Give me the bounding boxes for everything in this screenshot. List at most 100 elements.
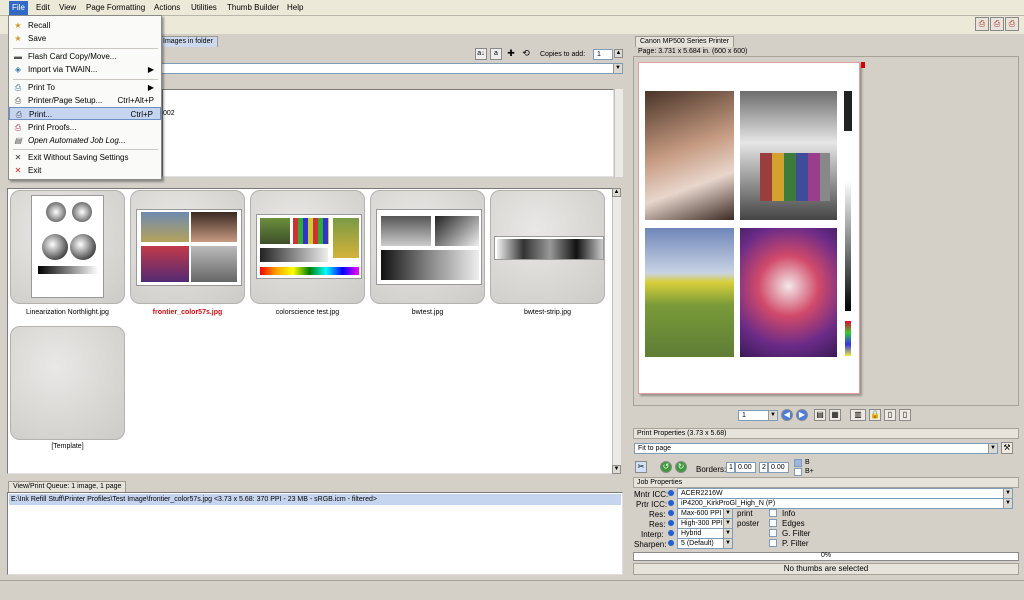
menu-view[interactable]: View	[59, 3, 76, 12]
thumbnail-card[interactable]	[370, 190, 485, 304]
thumbnail-caption: colorscience test.jpg	[275, 309, 340, 316]
thumbnail-card[interactable]	[490, 190, 605, 304]
mntr-icc-status-icon	[668, 490, 674, 496]
sort-icon[interactable]: a↓	[475, 48, 487, 60]
menu-item-label: Print To	[28, 83, 55, 92]
thumbnail-caption: Linearization Northlight.jpg	[26, 309, 109, 316]
thumbnail-card-template[interactable]	[10, 326, 125, 440]
edges-checkbox[interactable]	[769, 519, 777, 527]
chevron-down-icon[interactable]: ▼	[1003, 499, 1012, 508]
menu-item-job-log[interactable]: ▤ Open Automated Job Log...	[9, 134, 161, 147]
chevron-down-icon[interactable]: ▼	[1003, 489, 1012, 498]
next-page-icon[interactable]: ▶	[796, 409, 808, 421]
thumbnail-card[interactable]	[250, 190, 365, 304]
border-b-checkbox[interactable]	[794, 459, 802, 467]
menu-page-formatting[interactable]: Page Formatting	[86, 3, 145, 12]
tab-view-print-queue[interactable]: View/Print Queue: 1 image, 1 page	[8, 481, 127, 492]
thumbnail-card-selected[interactable]	[130, 190, 245, 304]
menu-item-exit-no-save[interactable]: ✕ Exit Without Saving Settings	[9, 151, 161, 164]
chevron-down-icon[interactable]: ▼	[723, 509, 732, 518]
border-1-input[interactable]: 0.00	[735, 462, 756, 473]
page-icon[interactable]: ▯	[884, 409, 896, 421]
grid-layout-icon[interactable]: ▥	[850, 409, 866, 421]
page-preview[interactable]	[638, 62, 860, 394]
menu-item-page-setup[interactable]: ⎙ Printer/Page Setup... Ctrl+Alt+P	[9, 94, 161, 107]
border-1-index[interactable]: 1	[726, 462, 735, 473]
rotate-left-icon[interactable]: ↺	[660, 461, 672, 473]
border-bplus-checkbox[interactable]	[794, 468, 802, 476]
chevron-down-icon[interactable]: ▼	[988, 444, 997, 453]
scroll-down-icon[interactable]: ▼	[612, 465, 621, 474]
menu-item-label: Import via TWAIN...	[28, 65, 98, 74]
scroll-up-icon[interactable]: ▲	[612, 188, 621, 197]
page-info: Page: 3.731 x 5.684 in. (600 x 600)	[638, 48, 748, 55]
crop-icon[interactable]: ✂	[635, 461, 647, 473]
thumbnail-caption: [Template]	[51, 443, 84, 450]
menu-utilities[interactable]: Utilities	[191, 3, 217, 12]
sharpen-select[interactable]: 5 (Default) ▼	[677, 538, 733, 549]
chevron-down-icon[interactable]: ▼	[723, 539, 732, 548]
res-poster-label: Res:	[649, 520, 666, 529]
menu-item-print[interactable]: ⎙ Print... Ctrl+P	[9, 107, 161, 120]
status-text: No thumbs are selected	[633, 563, 1019, 575]
printer-add-icon[interactable]: ⎙	[975, 17, 989, 31]
prev-page-icon[interactable]: ◀	[781, 409, 793, 421]
interp-value: Hybrid	[681, 530, 702, 537]
copies-input[interactable]: 1	[593, 49, 613, 60]
menu-item-import-twain[interactable]: ◈ Import via TWAIN... ▶	[9, 63, 161, 76]
thumbnail-scrollbar[interactable]: ▲ ▼	[612, 188, 621, 474]
res-print-label: Res:	[649, 510, 666, 519]
print-queue-list[interactable]: E:\Ink Refill Stuff\Printer Profiles\Tes…	[7, 492, 623, 575]
menu-item-flash-card[interactable]: ▬ Flash Card Copy/Move...	[9, 50, 161, 63]
menu-actions[interactable]: Actions	[154, 3, 180, 12]
res-poster-value: High-300 PPI	[681, 520, 723, 527]
menu-item-print-to[interactable]: ⎙ Print To ▶	[9, 81, 161, 94]
chevron-down-icon[interactable]: ▼	[768, 411, 777, 420]
border-2-input[interactable]: 0.00	[768, 462, 789, 473]
copies-spin-icon[interactable]: ▲	[614, 49, 623, 58]
queue-row[interactable]: E:\Ink Refill Stuff\Printer Profiles\Tes…	[9, 494, 621, 505]
preview-photo	[740, 91, 837, 220]
g-filter-checkbox[interactable]	[769, 529, 777, 537]
folder-tree[interactable]: 002	[162, 89, 614, 177]
page-number-select[interactable]: 1 ▼	[738, 410, 778, 421]
chevron-down-icon[interactable]: ▼	[723, 519, 732, 528]
menu-item-recall[interactable]: ★ Recall	[9, 19, 161, 32]
tools-icon[interactable]: ⚒	[1001, 442, 1013, 454]
rotate-right-icon[interactable]: ↻	[675, 461, 687, 473]
menu-help[interactable]: Help	[287, 3, 303, 12]
folder-tree-item[interactable]: 002	[163, 110, 175, 117]
printer-icon[interactable]: ⎙	[990, 17, 1004, 31]
refresh-icon[interactable]: ⟲	[520, 48, 532, 60]
menu-file[interactable]: File	[9, 1, 28, 15]
chevron-down-icon[interactable]: ▼	[723, 529, 732, 538]
folder-tree-scrollbar[interactable]	[614, 89, 623, 177]
window-status-bar	[0, 580, 1024, 600]
printer-remove-icon[interactable]: ⎙	[1005, 17, 1019, 31]
res-poster-status-icon	[668, 520, 674, 526]
menu-thumb-builder[interactable]: Thumb Builder	[227, 3, 279, 12]
tab-images-in-folder[interactable]: Images in folder	[158, 36, 218, 47]
single-page-icon[interactable]: ▤	[814, 409, 826, 421]
menu-item-save[interactable]: ★ Save	[9, 32, 161, 45]
chevron-down-icon[interactable]: ▼	[613, 64, 622, 73]
prtr-icc-label: Prtr ICC:	[636, 500, 668, 509]
thumbnail-card[interactable]	[10, 190, 125, 304]
fit-mode-select[interactable]: Fit to page ▼	[634, 443, 998, 454]
menu-edit[interactable]: Edit	[36, 3, 50, 12]
menu-item-exit[interactable]: ✕ Exit	[9, 164, 161, 177]
lock-icon[interactable]: 🔒	[869, 409, 881, 421]
mntr-icc-value: ACER2216W	[681, 490, 723, 497]
add-icon[interactable]: ✚	[505, 48, 517, 60]
p-filter-checkbox[interactable]	[769, 539, 777, 547]
menu-item-print-proofs[interactable]: ⎙ Print Proofs...	[9, 121, 161, 134]
border-2-index[interactable]: 2	[759, 462, 768, 473]
info-checkbox[interactable]	[769, 509, 777, 517]
multi-page-icon[interactable]: ▦	[829, 409, 841, 421]
page-edit-icon[interactable]: ▯	[899, 409, 911, 421]
tab-printer[interactable]: Canon MP500 Series Printer	[635, 36, 735, 47]
folder-path-combo[interactable]: ▼	[160, 63, 623, 74]
prtr-icc-value: iP4200_KirkProGl_High_N (P)	[681, 500, 776, 507]
filter-icon[interactable]: a	[490, 48, 502, 60]
menu-item-label: Save	[28, 34, 47, 43]
